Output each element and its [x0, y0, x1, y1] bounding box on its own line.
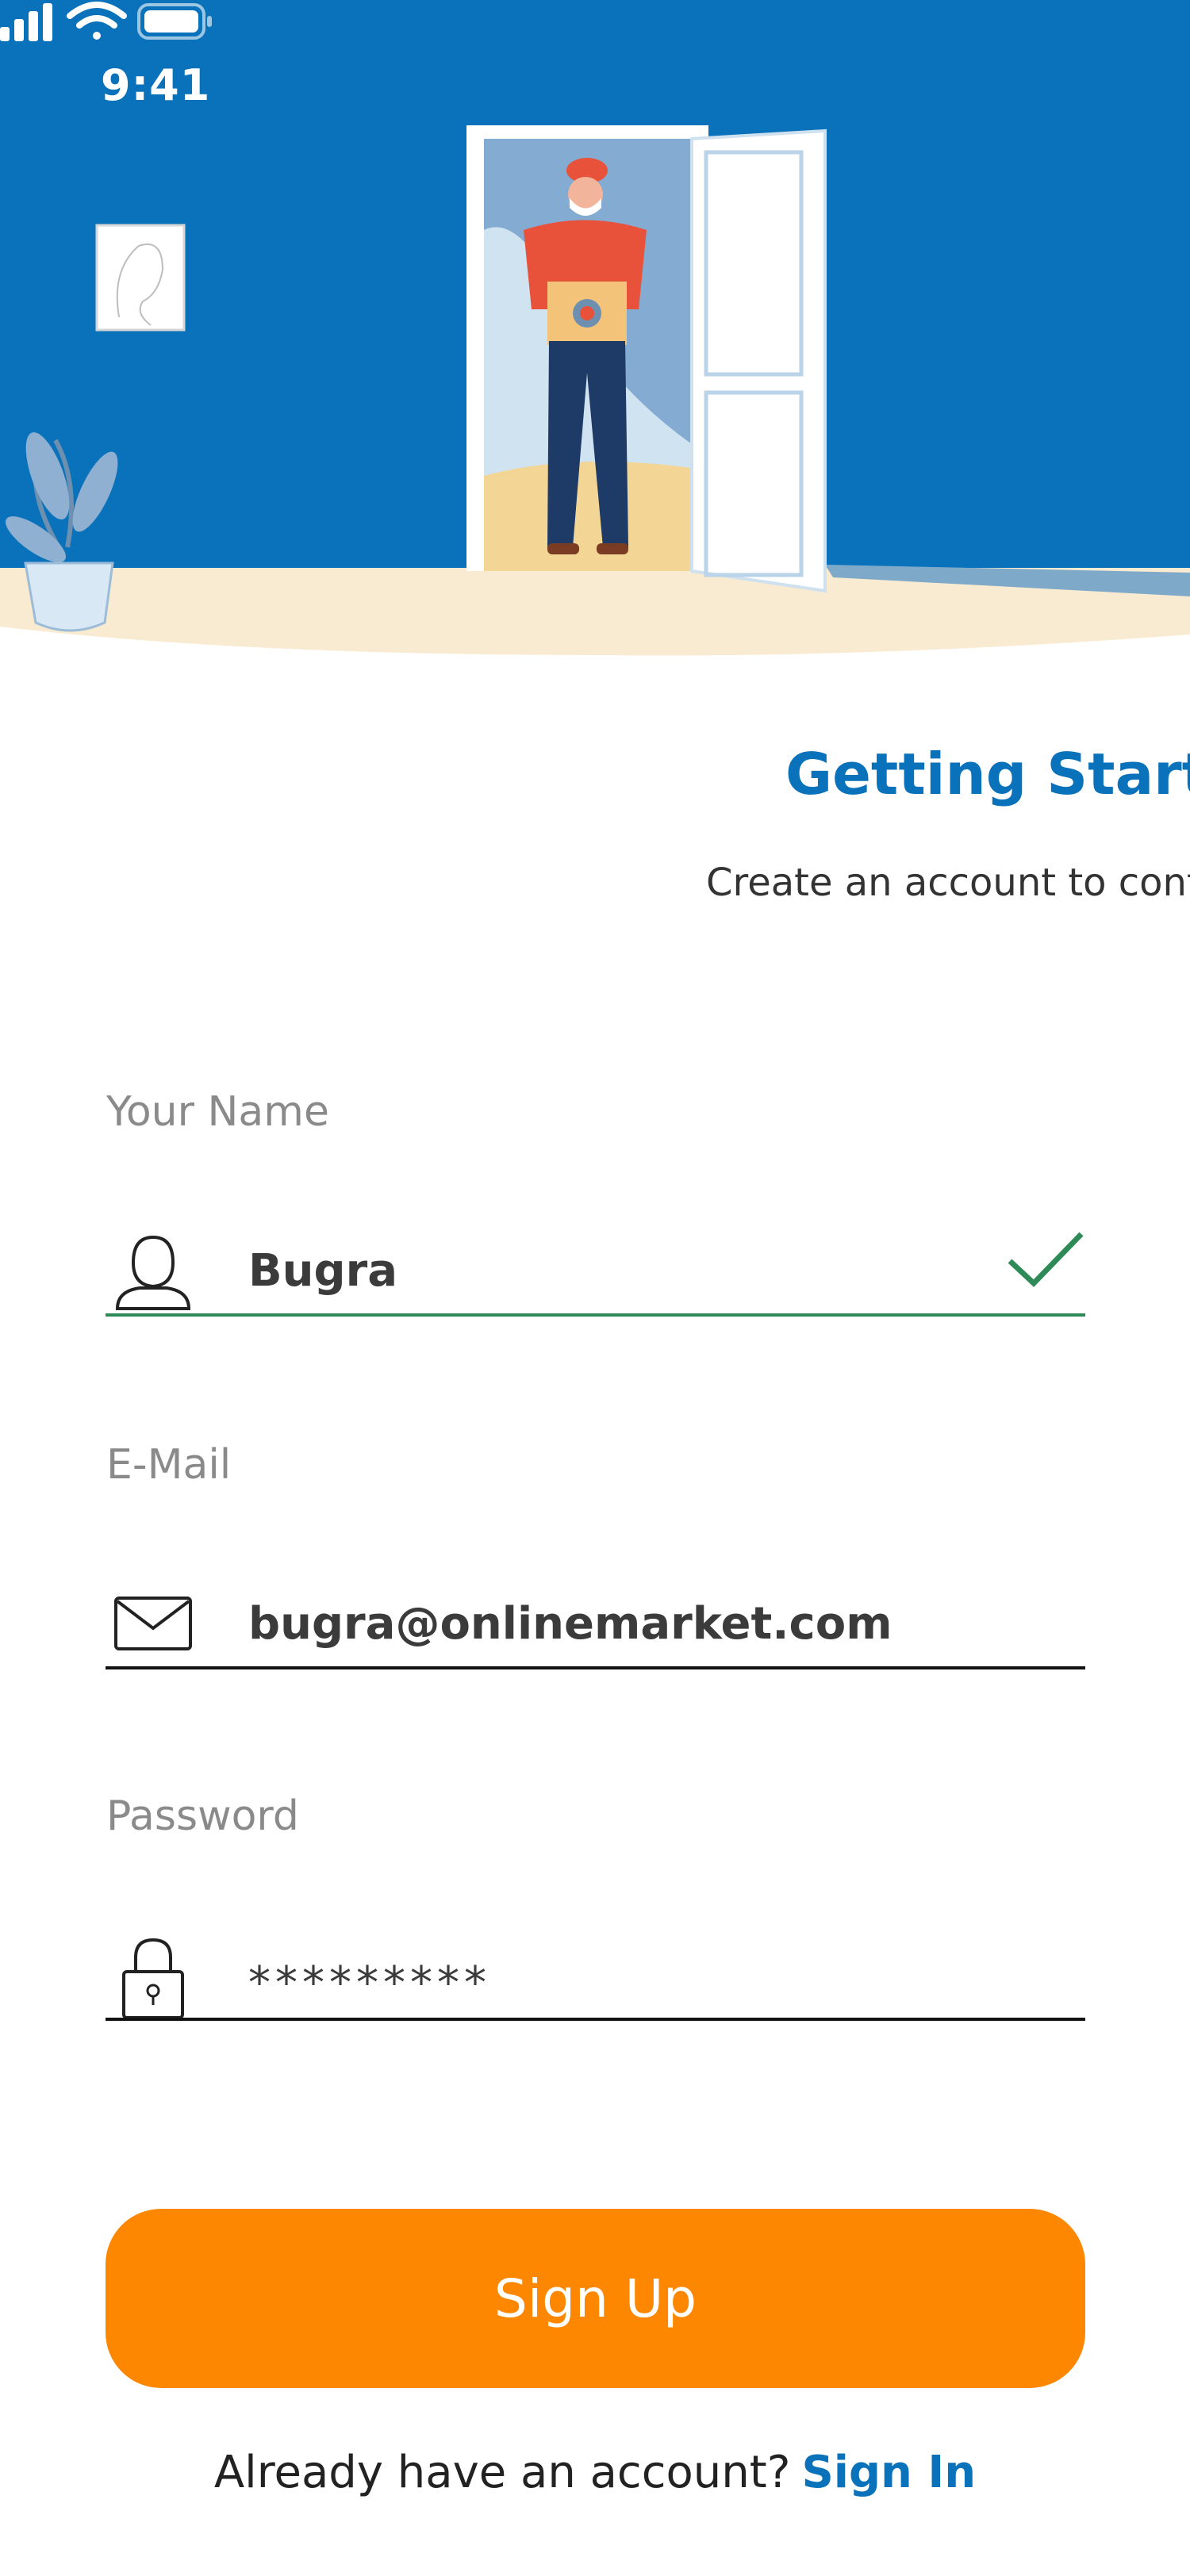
sign-in-link[interactable]: Sign In — [801, 2447, 976, 2498]
hero-illustration: 9:41 — [0, 0, 1190, 658]
sign-in-prompt-text: Already have an account? — [213, 2447, 791, 2498]
status-icons — [0, 2, 212, 41]
email-input[interactable]: bugra@onlinemarket.com — [248, 1598, 982, 1650]
page-subtitle: Create an account to continue — [706, 861, 1190, 905]
battery-icon — [137, 3, 212, 40]
wifi-icon — [67, 2, 127, 40]
user-icon — [115, 1235, 191, 1310]
email-field[interactable]: bugra@onlinemarket.com — [106, 1566, 1085, 1669]
password-field[interactable]: ********* — [106, 1918, 1085, 2021]
sign-up-button[interactable]: Sign Up — [106, 2209, 1085, 2388]
name-label: Your Name — [106, 1088, 329, 1136]
password-label: Password — [106, 1792, 299, 1840]
name-underline — [106, 1313, 1085, 1317]
mail-icon — [114, 1597, 192, 1650]
status-time: 9:41 — [101, 60, 211, 110]
check-icon — [1008, 1232, 1084, 1287]
email-label: E-Mail — [106, 1441, 232, 1489]
name-input[interactable]: Bugra — [248, 1245, 982, 1297]
name-field[interactable]: Bugra — [106, 1213, 1085, 1317]
password-input[interactable]: ********* — [248, 1957, 982, 2009]
page-title: Getting Started — [785, 741, 1190, 807]
signal-icon — [0, 3, 52, 41]
lock-icon — [122, 1938, 184, 2019]
password-underline — [106, 2018, 1085, 2021]
email-underline — [106, 1666, 1085, 1669]
sign-in-prompt: Already have an account? Sign In — [0, 2447, 1190, 2498]
